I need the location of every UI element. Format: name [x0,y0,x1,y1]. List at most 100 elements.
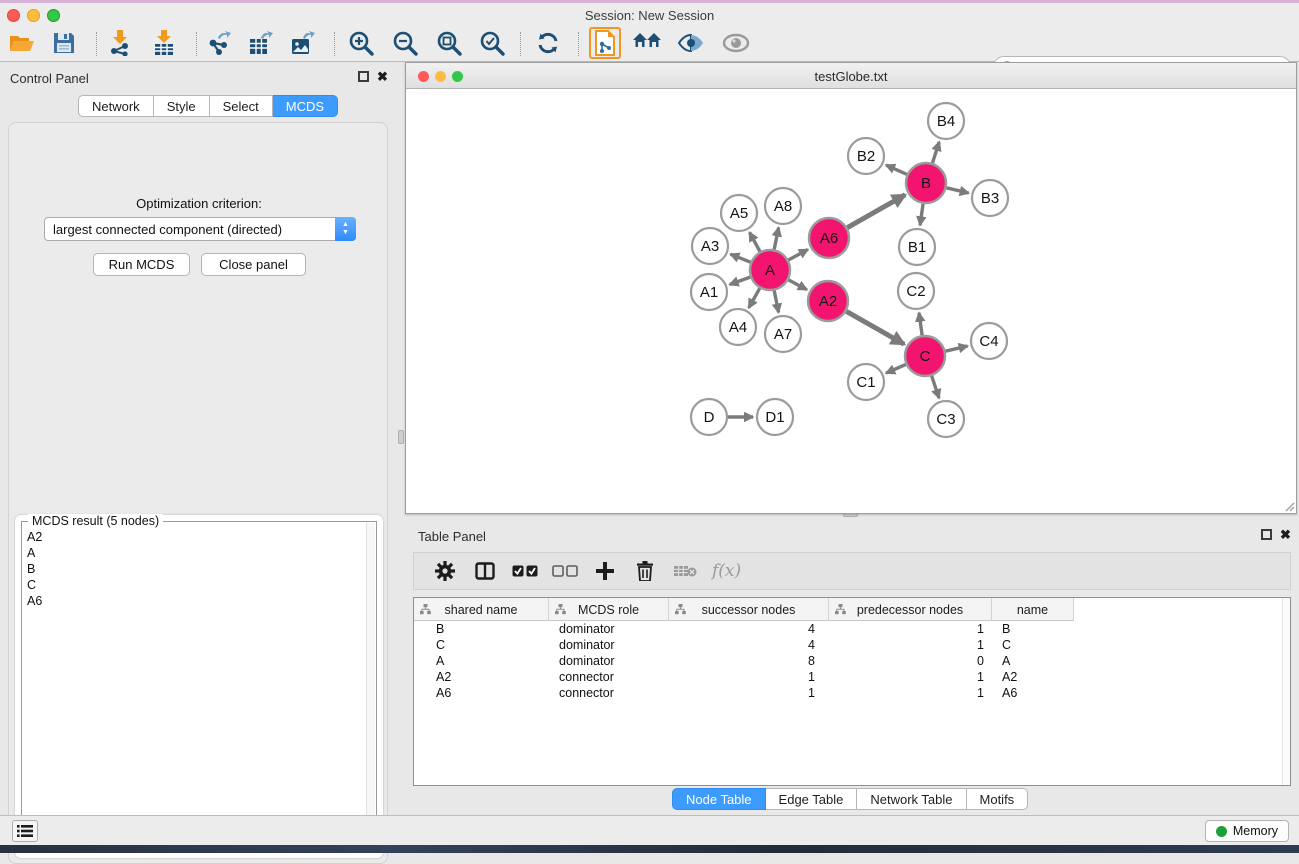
graph-edge-A-A3[interactable] [730,254,750,262]
float-panel-icon[interactable] [358,71,369,82]
column-header-predecessor-nodes[interactable]: predecessor nodes [829,598,992,621]
add-column-icon[interactable] [592,558,618,584]
tab-network-table[interactable]: Network Table [857,788,966,810]
table-row[interactable]: A6connector11A6 [414,685,1074,701]
deselect-all-icon[interactable] [552,558,578,584]
graph-edge-B-B3[interactable] [946,188,968,193]
column-header-shared-name[interactable]: shared name [414,598,549,621]
graph-edge-A2-C[interactable] [846,311,904,344]
table-row[interactable]: A2connector11A2 [414,669,1074,685]
graph-node-A1[interactable]: A1 [691,274,727,310]
function-builder-icon[interactable]: f(x) [712,561,741,581]
show-hide-icon[interactable] [719,29,753,57]
run-mcds-button[interactable]: Run MCDS [93,253,190,276]
zoom-selected-icon[interactable] [475,29,509,57]
open-file-icon[interactable] [5,29,39,57]
export-network-icon[interactable] [202,29,236,57]
close-panel-icon[interactable]: ✖ [377,69,388,85]
graph-node-C1[interactable]: C1 [848,364,884,400]
graph-node-A4[interactable]: A4 [720,309,756,345]
column-visibility-icon[interactable] [472,558,498,584]
criterion-dropdown[interactable]: largest connected component (directed) ▲… [44,217,356,241]
graph-edge-A-A1[interactable] [730,277,751,284]
graph-node-A2[interactable]: A2 [808,281,848,321]
graph-node-C2[interactable]: C2 [898,273,934,309]
graph-node-B[interactable]: B [906,163,946,203]
import-table-icon[interactable] [147,29,181,57]
graph-edge-A-A7[interactable] [774,291,778,313]
table-row[interactable]: Adominator80A [414,653,1074,669]
graph-edge-A-A5[interactable] [750,232,760,251]
graph-node-B4[interactable]: B4 [928,103,964,139]
mcds-result-item[interactable]: A2 [27,529,366,545]
graph-node-D[interactable]: D [691,399,727,435]
tab-edge-table[interactable]: Edge Table [766,788,858,810]
graph-edge-C-C3[interactable] [932,376,939,398]
graph-edge-A-A8[interactable] [774,228,778,250]
zoom-in-icon[interactable] [344,29,378,57]
graph-node-A8[interactable]: A8 [765,188,801,224]
tab-select[interactable]: Select [210,95,273,117]
graph-edge-B-B2[interactable] [886,165,907,174]
graph-edge-B-B1[interactable] [920,204,923,225]
column-header-name[interactable]: name [992,598,1074,621]
mcds-list-scrollbar[interactable] [366,523,375,852]
close-panel-button[interactable]: Close panel [201,253,306,276]
graph-edge-C-C2[interactable] [919,313,922,335]
graph-edge-B-B4[interactable] [932,142,939,163]
zoom-fit-icon[interactable] [432,29,466,57]
refresh-icon[interactable] [531,29,565,57]
network-file-icon[interactable] [588,29,622,57]
tab-motifs[interactable]: Motifs [967,788,1029,810]
table-close-panel-icon[interactable]: ✖ [1280,527,1291,543]
graph-edge-A-A6[interactable] [788,249,807,260]
mcds-result-item[interactable]: B [27,561,366,577]
mcds-result-item[interactable]: A [27,545,366,561]
export-image-icon[interactable] [286,29,320,57]
column-header-successor-nodes[interactable]: successor nodes [669,598,829,621]
delete-column-trash-icon[interactable] [632,558,658,584]
graph-edge-A6-B[interactable] [847,195,905,228]
graph-node-A[interactable]: A [750,250,790,290]
graph-node-C[interactable]: C [905,336,945,376]
tab-mcds[interactable]: MCDS [273,95,338,117]
graph-node-B2[interactable]: B2 [848,138,884,174]
graph-node-A7[interactable]: A7 [765,316,801,352]
export-table-icon[interactable] [244,29,278,57]
graph-edge-A-A4[interactable] [749,288,760,308]
window-resize-handle[interactable] [1283,500,1295,512]
network-canvas[interactable]: A A1 A2 A3 A4 A5 A6 A7 A8 B B1 B2 B3 B4 C C1 C2 C3 C4 D D1 [406,89,1296,513]
column-header-MCDS-role[interactable]: MCDS role [549,598,669,621]
tab-network[interactable]: Network [78,95,154,117]
graph-node-D1[interactable]: D1 [757,399,793,435]
memory-button[interactable]: Memory [1205,820,1289,842]
graph-node-A3[interactable]: A3 [692,228,728,264]
import-network-icon[interactable] [103,29,137,57]
mcds-result-item[interactable]: A6 [27,593,366,609]
graph-edge-C-C4[interactable] [945,346,967,351]
tab-style[interactable]: Style [154,95,210,117]
graph-node-C4[interactable]: C4 [971,323,1007,359]
table-settings-gear-icon[interactable] [432,558,458,584]
graph-node-A5[interactable]: A5 [721,195,757,231]
style-preview-icon[interactable] [674,29,708,57]
table-float-panel-icon[interactable] [1261,529,1272,540]
table-scrollbar[interactable] [1282,598,1290,785]
graph-node-B1[interactable]: B1 [899,229,935,265]
graph-edge-C-C1[interactable] [886,364,906,373]
task-history-button[interactable] [12,820,38,842]
network-window-titlebar[interactable]: testGlobe.txt [406,63,1296,89]
graph-edge-A-A2[interactable] [789,280,807,290]
save-session-icon[interactable] [47,29,81,57]
graph-node-B3[interactable]: B3 [972,180,1008,216]
graph-node-C3[interactable]: C3 [928,401,964,437]
table-row[interactable]: Bdominator41B [414,621,1074,637]
table-row[interactable]: Cdominator41C [414,637,1074,653]
zoom-out-icon[interactable] [388,29,422,57]
home-icon[interactable] [630,29,664,57]
select-all-icon[interactable] [512,558,538,584]
vertical-splitter-handle[interactable] [398,430,404,444]
mcds-result-item[interactable]: C [27,577,366,593]
delete-table-icon[interactable] [672,558,698,584]
graph-node-A6[interactable]: A6 [809,218,849,258]
